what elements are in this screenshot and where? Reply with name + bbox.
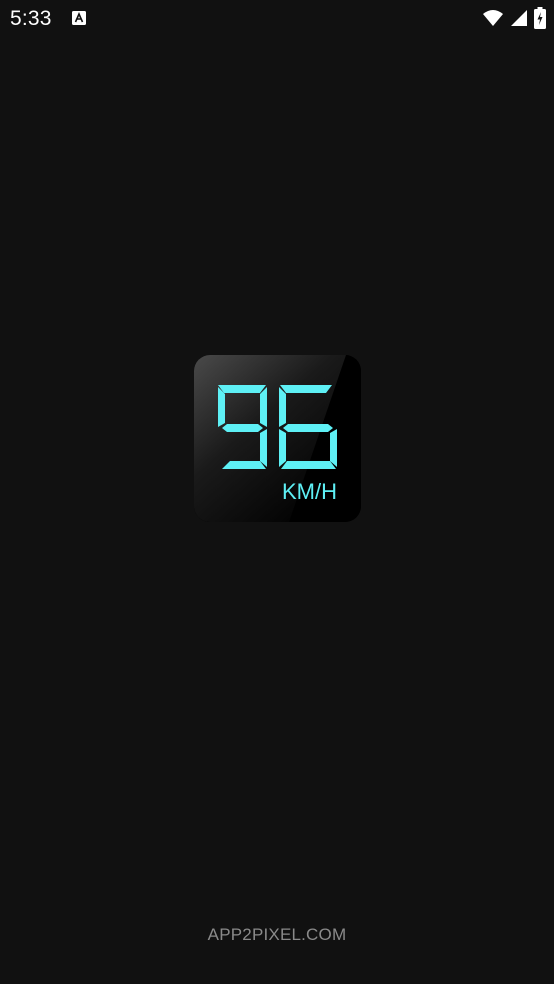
speed-unit-label: KM/H (282, 479, 337, 504)
wifi-icon (482, 9, 504, 27)
signal-icon (510, 9, 528, 27)
splash-screen: 5:33 KM/H APP2PIXEL.COM (0, 0, 554, 984)
battery-charging-icon (534, 7, 546, 29)
footer-watermark: APP2PIXEL.COM (207, 925, 347, 944)
status-bar: 5:33 (0, 0, 554, 38)
status-time: 5:33 (10, 7, 52, 30)
a-box-icon (72, 11, 86, 25)
status-icons (482, 7, 546, 29)
app-logo: KM/H (194, 355, 361, 522)
